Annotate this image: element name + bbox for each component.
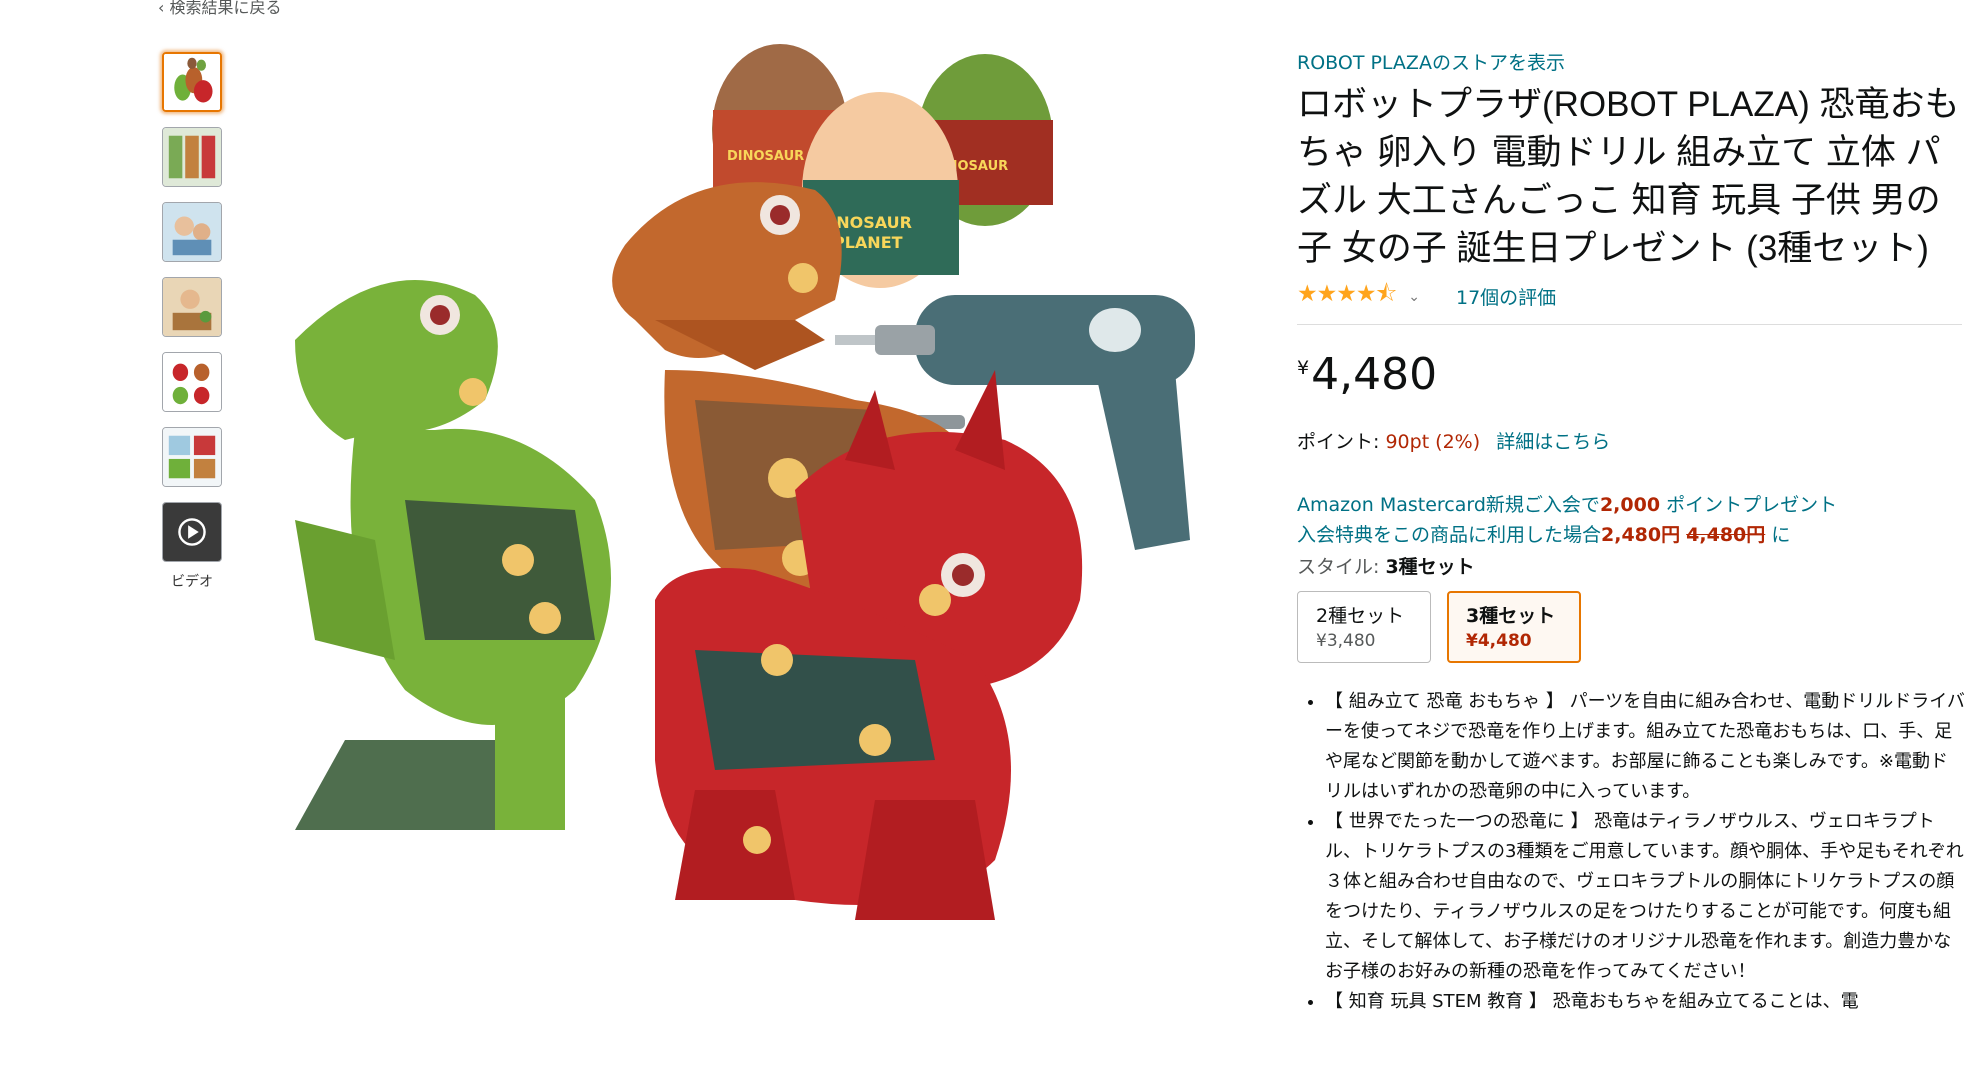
- points-label: ポイント:: [1297, 431, 1386, 453]
- thumbnail-4[interactable]: [162, 277, 222, 337]
- svg-text:DINOSAUR: DINOSAUR: [727, 149, 804, 164]
- product-main-image[interactable]: DINOSAUR DINOSAUR DINOSAUR PLANET: [235, 40, 1275, 1080]
- style-value: 3種セット: [1385, 556, 1475, 578]
- swatch-name: 2種セット: [1316, 605, 1405, 627]
- star-rating-icon[interactable]: ★★★★⯪: [1297, 277, 1397, 316]
- store-link[interactable]: ROBOT PLAZAのストアを表示: [1297, 48, 1965, 75]
- points-detail-link[interactable]: 詳細はこちら: [1496, 431, 1610, 453]
- thumbnail-3[interactable]: [162, 202, 222, 262]
- price-currency: ¥: [1297, 357, 1310, 379]
- swatch-price: ¥3,480: [1316, 631, 1376, 651]
- points-value: 90pt (2%): [1385, 431, 1481, 453]
- swatch-2-set[interactable]: 2種セット ¥3,480: [1297, 591, 1431, 663]
- thumbnail-1[interactable]: [162, 52, 222, 112]
- feature-bullet: 【 組み立て 恐竜 おもちゃ 】 パーツを自由に組み合わせ、電動ドリルドライバー…: [1325, 687, 1965, 807]
- promo-text-2: 入会特典をこの商品に利用した場合: [1297, 524, 1602, 546]
- product-title: ロボットプラザ(ROBOT PLAZA) 恐竜おもちゃ 卵入り 電動ドリル 組み…: [1297, 85, 1960, 268]
- back-to-results-link[interactable]: ‹ 検索結果に戻る: [158, 0, 282, 18]
- svg-text:PLANET: PLANET: [833, 233, 903, 252]
- ratings-count-link[interactable]: 17個の評価: [1456, 283, 1556, 310]
- style-swatches: 2種セット ¥3,480 3種セット ¥4,480: [1297, 591, 1965, 663]
- style-row: スタイル: 3種セット: [1297, 552, 1965, 579]
- product-info: ROBOT PLAZAのストアを表示 ロボットプラザ(ROBOT PLAZA) …: [1297, 48, 1965, 1017]
- feature-bullets: 【 組み立て 恐竜 おもちゃ 】 パーツを自由に組み合わせ、電動ドリルドライバー…: [1297, 687, 1965, 1017]
- mastercard-promo[interactable]: Amazon Mastercard新規ご入会で2,000 ポイントプレゼント 入…: [1297, 490, 1965, 550]
- thumbnail-strip: ビデオ: [162, 52, 228, 591]
- promo-text-1: Amazon Mastercard新規ご入会で: [1297, 494, 1600, 516]
- swatch-3-set[interactable]: 3種セット ¥4,480: [1447, 591, 1581, 663]
- swatch-price: ¥4,480: [1466, 631, 1532, 651]
- price-value: 4,480: [1311, 349, 1438, 400]
- promo-amount: 2,000: [1599, 494, 1661, 516]
- promo-text-1-suffix: ポイントプレゼント: [1660, 494, 1838, 516]
- chevron-down-icon[interactable]: ⌄: [1408, 289, 1420, 305]
- video-label: ビデオ: [171, 574, 213, 590]
- price: ¥ 4,480: [1297, 351, 1965, 399]
- swatch-name: 3種セット: [1466, 605, 1556, 627]
- feature-bullet: 【 世界でたった一つの恐竜に 】 恐竜はティラノザウルス、ヴェロキラプトル、トリ…: [1325, 807, 1965, 987]
- divider: [1297, 324, 1962, 325]
- promo-old-price: 4,480円: [1686, 524, 1766, 546]
- style-label: スタイル:: [1297, 556, 1386, 578]
- feature-bullet: 【 知育 玩具 STEM 教育 】 恐竜おもちゃを組み立てることは、電: [1325, 987, 1965, 1017]
- points-row: ポイント: 90pt (2%) 詳細はこちら: [1297, 427, 1965, 454]
- thumbnail-video[interactable]: [162, 502, 222, 562]
- green-dinosaur: [295, 280, 611, 830]
- thumbnail-2[interactable]: [162, 127, 222, 187]
- promo-price: 2,480円: [1601, 524, 1681, 546]
- rating-row: ★★★★⯪ ⌄ 17個の評価: [1297, 277, 1965, 316]
- thumbnail-6[interactable]: [162, 427, 222, 487]
- thumbnail-5[interactable]: [162, 352, 222, 412]
- promo-text-2-suffix: に: [1771, 524, 1791, 546]
